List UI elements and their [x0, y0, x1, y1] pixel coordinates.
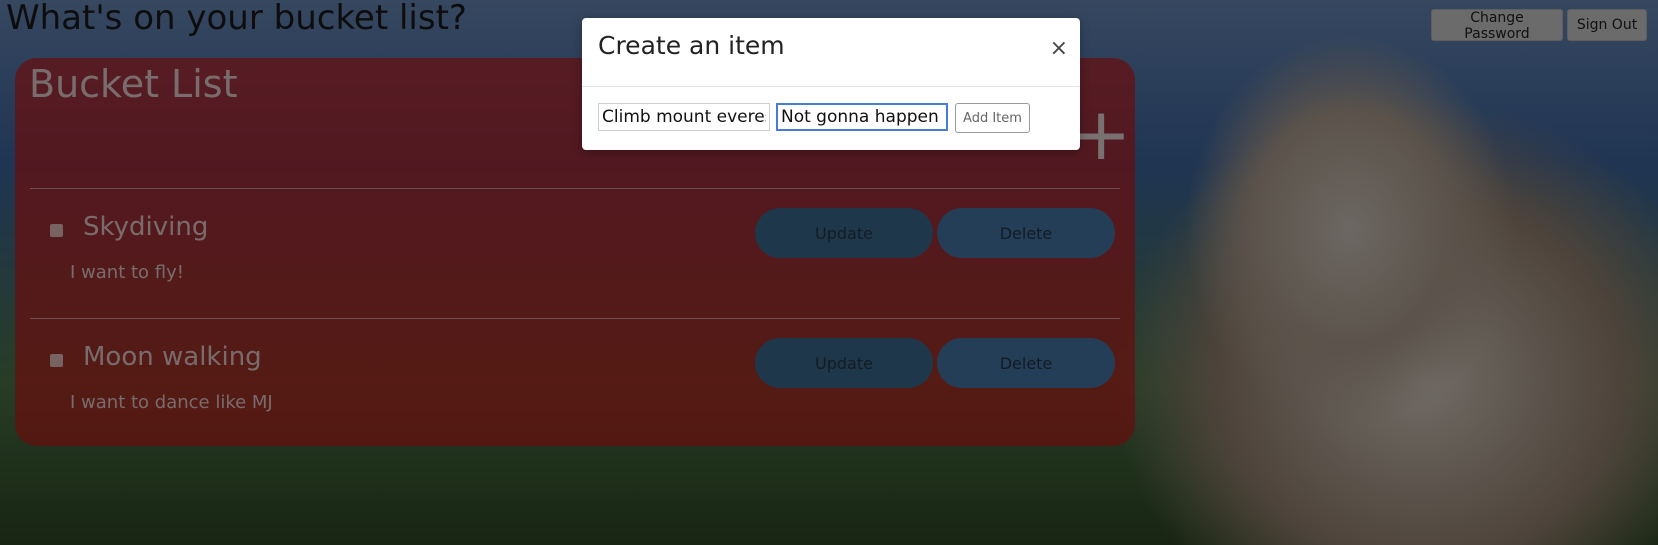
item-title-input[interactable]	[598, 103, 770, 131]
item-description-input[interactable]	[776, 103, 948, 131]
modal-header: Create an item ×	[582, 18, 1080, 87]
modal-title: Create an item	[598, 31, 785, 60]
add-item-button[interactable]: Add Item	[955, 103, 1030, 133]
create-item-modal: Create an item × Add Item	[582, 18, 1080, 150]
close-icon[interactable]: ×	[1050, 36, 1068, 61]
